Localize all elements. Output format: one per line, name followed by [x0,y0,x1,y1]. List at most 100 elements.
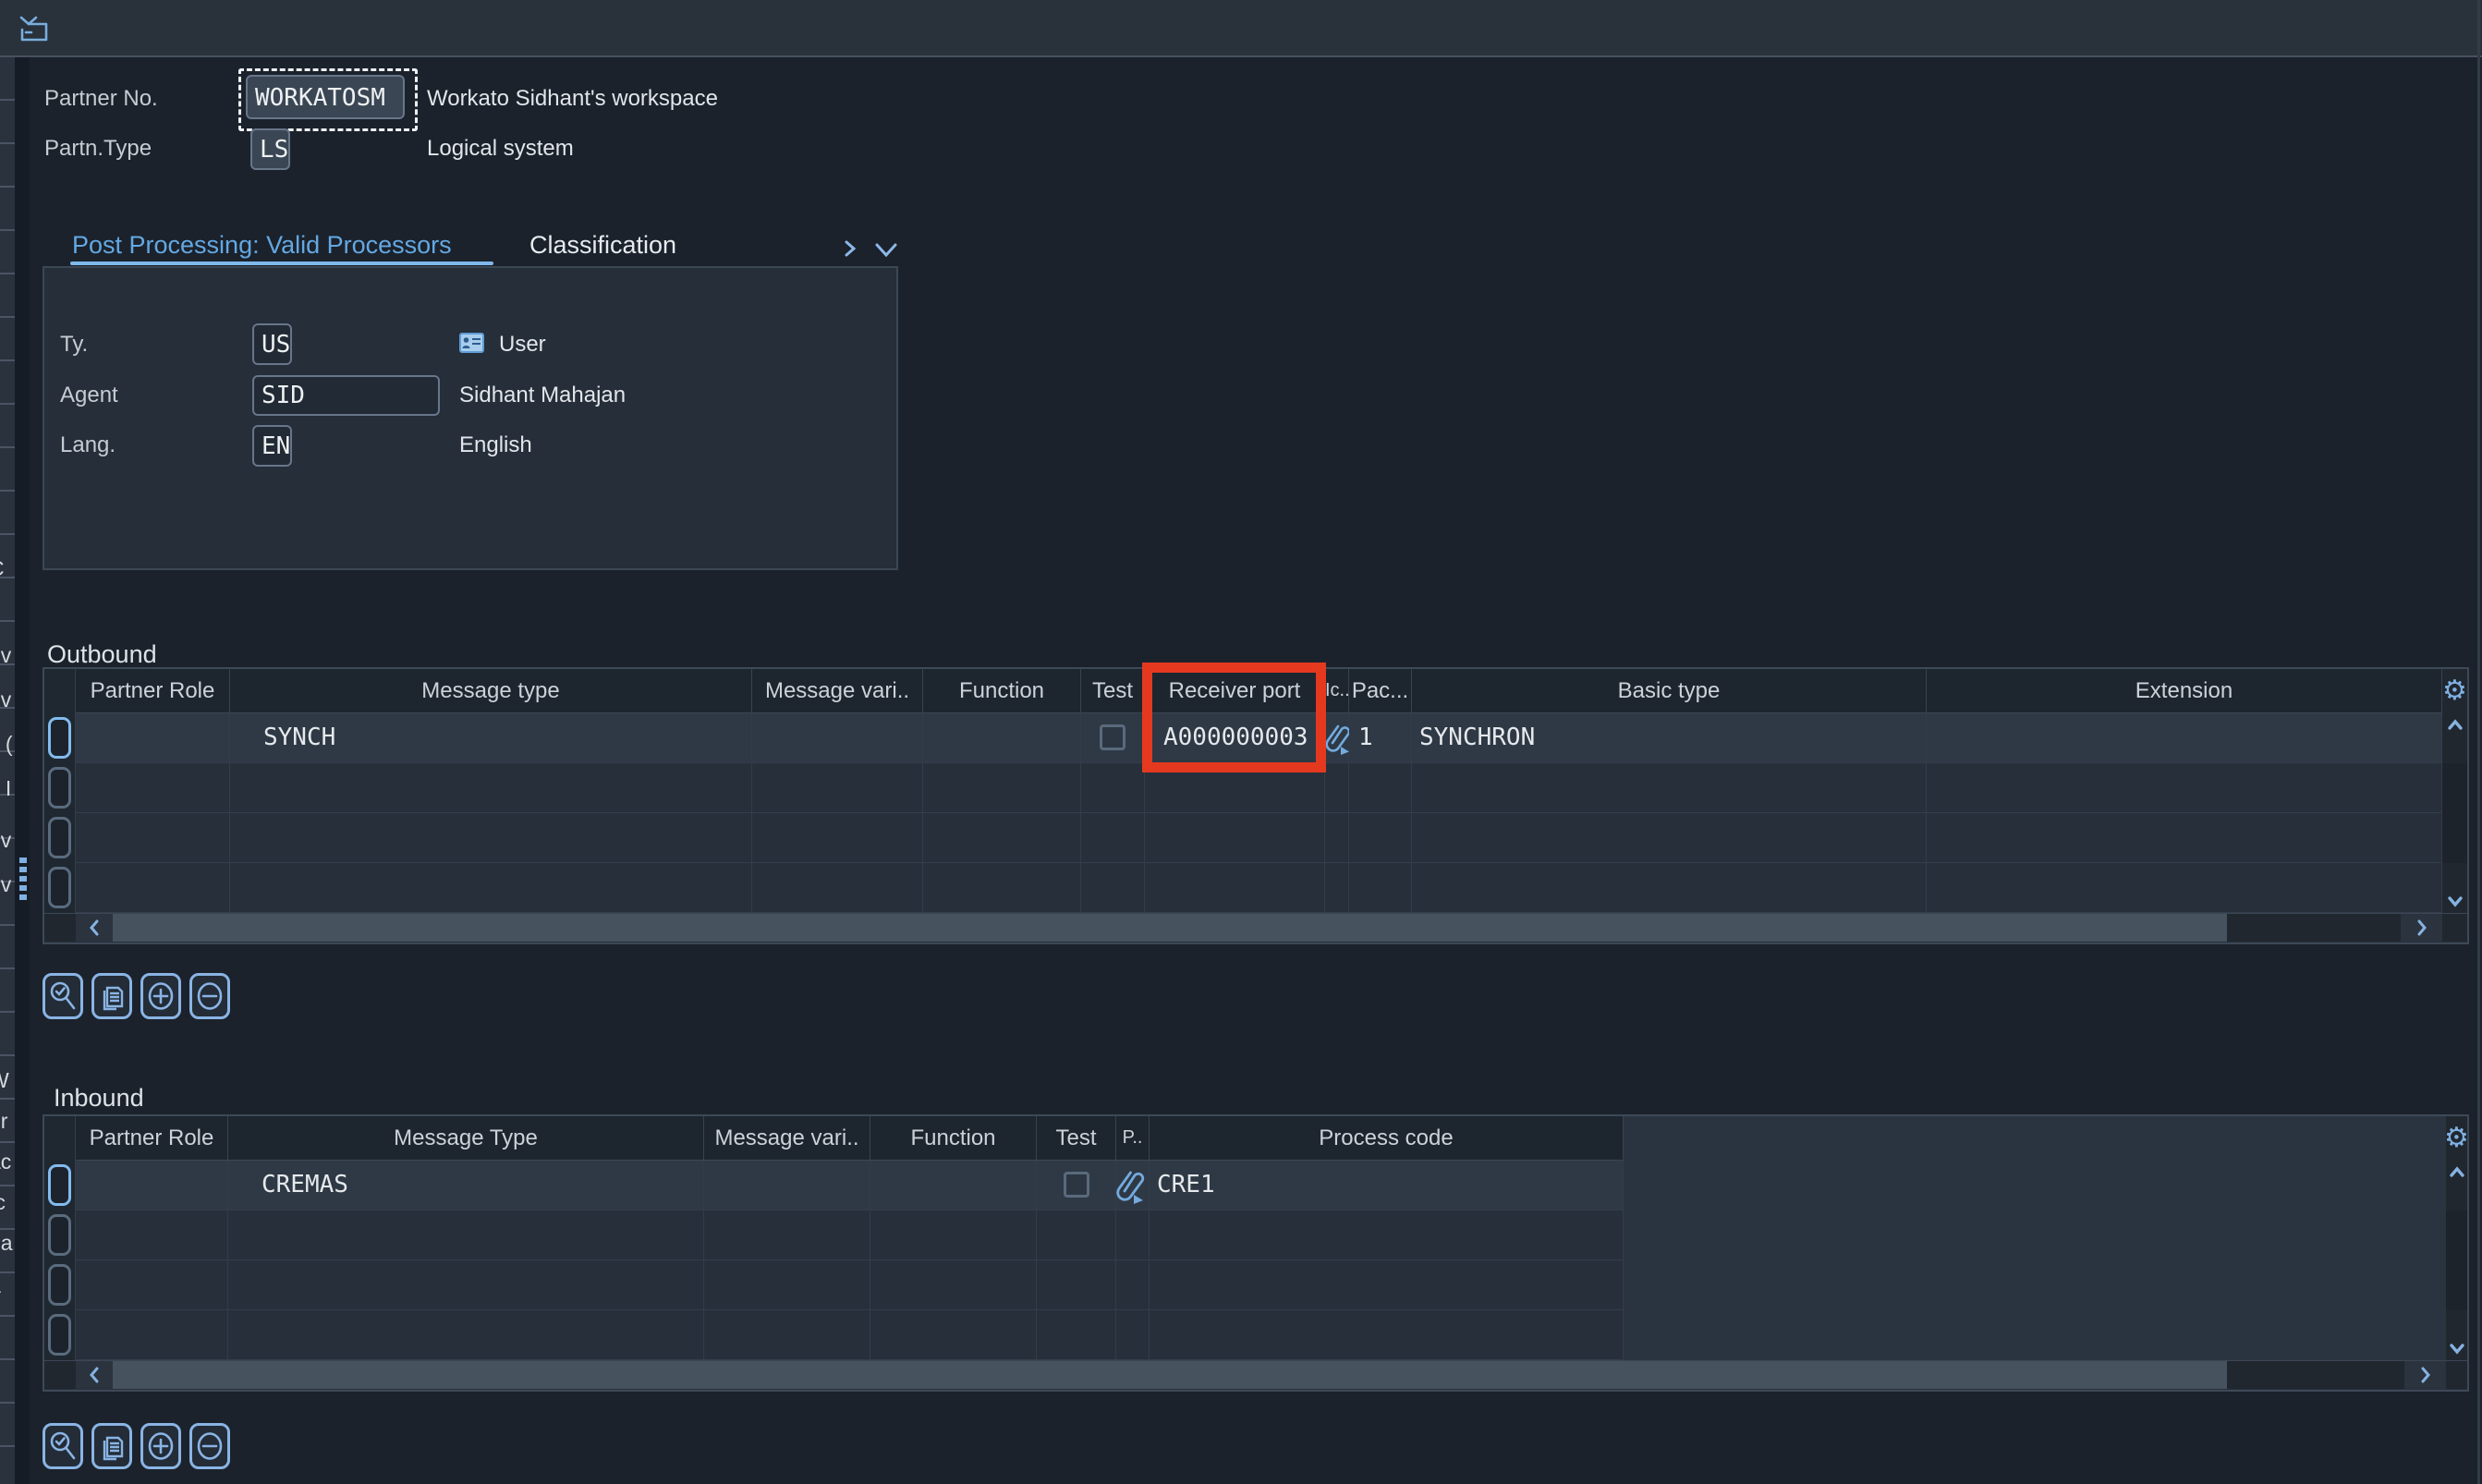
col-function[interactable]: Function [923,669,1081,713]
col-partner-role[interactable]: Partner Role [76,669,230,713]
agent-description: Sidhant Mahajan [459,382,626,409]
cell-function[interactable] [923,713,1081,763]
scroll-up-button[interactable] [2442,713,2467,763]
attachment-icon[interactable] [1116,1166,1148,1207]
scroll-down-button[interactable] [2446,1310,2467,1360]
scroll-left-button[interactable] [76,1361,113,1389]
left-fragment: a [0,1273,15,1298]
left-fragment: pa [0,1231,15,1256]
cell-package-size[interactable]: 1 [1349,713,1412,763]
cell-partner-role[interactable] [76,713,230,763]
row-selector[interactable] [44,713,76,763]
gear-icon[interactable]: ⚙ [2446,1125,2467,1152]
cell-message-type[interactable]: CREMAS [228,1161,704,1210]
cell-function[interactable] [870,1161,1037,1210]
scroll-right-button[interactable] [2401,914,2442,942]
outbound-table-settings[interactable]: ⚙ [2442,669,2467,713]
col-test[interactable]: Test [1081,669,1145,713]
details-button[interactable] [43,1423,83,1469]
type-field[interactable]: US [252,323,292,365]
cell-test[interactable] [1037,1161,1116,1210]
left-fragment: W [0,1068,15,1093]
delete-row-button[interactable] [189,1423,230,1469]
language-description: English [459,432,532,459]
scrollbar-thumb[interactable] [113,1361,2227,1389]
test-checkbox[interactable] [1100,724,1125,750]
partner-type-field[interactable]: LS [250,128,290,170]
cell-test[interactable] [1081,713,1145,763]
outbound-h-scrollbar[interactable] [44,913,2467,942]
inbound-table-settings[interactable]: ⚙ [2446,1116,2467,1161]
row-selector[interactable] [44,763,76,813]
delete-row-button[interactable] [189,973,230,1019]
col-test[interactable]: Test [1037,1116,1116,1161]
copy-button[interactable] [91,1423,132,1469]
col-package[interactable]: Pac... [1349,669,1412,713]
cell-basic-type[interactable]: SYNCHRON [1412,713,1927,763]
splitter-drag-handle[interactable] [19,858,27,900]
col-basic-type[interactable]: Basic type [1412,669,1927,713]
tab-list-dropdown-icon[interactable] [872,240,900,261]
inbound-section-title: Inbound [54,1083,144,1113]
row-selector[interactable] [44,1161,76,1210]
details-button[interactable] [43,973,83,1019]
select-all-column[interactable] [44,1116,76,1161]
col-extension[interactable]: Extension [1927,669,2442,713]
language-label: Lang. [60,432,116,459]
inbound-h-scrollbar[interactable] [44,1360,2467,1389]
scroll-left-button[interactable] [76,914,113,942]
row-selector[interactable] [44,813,76,863]
user-card-icon [459,333,484,353]
col-function[interactable]: Function [870,1116,1037,1161]
col-p[interactable]: P.. [1116,1116,1150,1161]
insert-row-button[interactable] [140,1423,181,1469]
copy-button[interactable] [91,973,132,1019]
inbound-row-3[interactable] [44,1260,2467,1310]
left-fragment: L [0,599,15,624]
col-message-variant[interactable]: Message vari.. [704,1116,870,1161]
cell-extension[interactable] [1927,713,2442,763]
cell-message-type[interactable]: SYNCH [230,713,752,763]
tab-post-processing[interactable]: Post Processing: Valid Processors [72,229,452,261]
language-field[interactable]: EN [252,425,292,467]
col-message-type[interactable]: Message Type [228,1116,704,1161]
row-selector[interactable] [44,863,76,913]
col-process-code[interactable]: Process code [1150,1116,1624,1161]
agent-field[interactable]: SID [252,375,440,416]
scroll-up-button[interactable] [2446,1161,2467,1210]
col-message-variant[interactable]: Message vari.. [752,669,923,713]
col-partner-role[interactable]: Partner Role [76,1116,228,1161]
cell-partner-role[interactable] [76,1161,228,1210]
inbound-row-2[interactable] [44,1210,2467,1260]
collapse-header-icon[interactable] [18,12,51,45]
row-selector[interactable] [44,1210,76,1260]
tab-classification[interactable]: Classification [529,229,676,261]
outbound-row-3[interactable] [44,813,2467,863]
inbound-row-4[interactable] [44,1310,2467,1360]
select-all-column[interactable] [44,669,76,713]
panel-divider [15,57,30,1484]
left-fragment: ac [0,1149,15,1174]
cell-process-code[interactable]: CRE1 [1150,1161,1624,1210]
cell-message-variant[interactable] [752,713,923,763]
cell-message-variant[interactable] [704,1161,870,1210]
partner-no-label: Partner No. [44,85,158,113]
tab-scroll-right-icon[interactable] [841,238,859,259]
cell-icon[interactable] [1325,713,1349,763]
partner-no-field[interactable]: WORKATOSM [246,75,405,119]
scroll-down-button[interactable] [2442,863,2467,913]
inbound-toolbar [43,1423,230,1469]
inbound-row-1[interactable]: CREMAS CRE1 [44,1161,2467,1210]
cell-p[interactable] [1116,1161,1150,1210]
col-icon[interactable]: Ic.. [1325,669,1349,713]
scroll-right-button[interactable] [2404,1361,2446,1389]
row-selector[interactable] [44,1260,76,1310]
col-message-type[interactable]: Message type [230,669,752,713]
left-cutoff-panel: C L ov ov k ( k I ov ov s W or ac /c pa … [0,57,15,1484]
test-checkbox[interactable] [1064,1172,1089,1198]
scrollbar-thumb[interactable] [113,914,2227,942]
row-selector[interactable] [44,1310,76,1360]
gear-icon[interactable]: ⚙ [2442,677,2467,705]
insert-row-button[interactable] [140,973,181,1019]
outbound-row-4[interactable] [44,863,2467,913]
